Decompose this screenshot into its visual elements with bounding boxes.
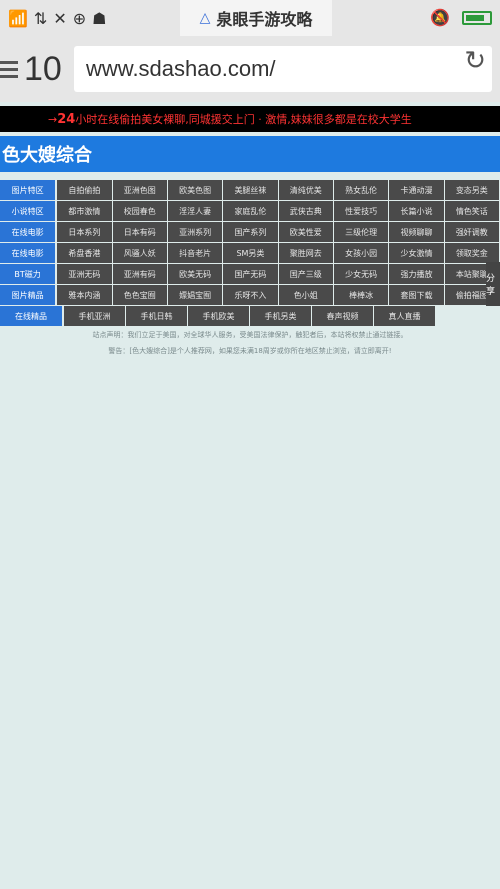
banner-text: 泉眼手游攻略: [216, 10, 313, 29]
url-field[interactable]: www.sdashao.com/: [74, 46, 492, 92]
category-grid: 图片特区 自拍偷拍 亚洲色图 欧美色图 美腿丝袜 清纯优美 熟女乱伦 卡通动漫 变态另类 小说特区…: [0, 180, 500, 327]
category-link[interactable]: SM另类: [223, 243, 278, 263]
category-link[interactable]: 亚洲有码: [112, 264, 167, 284]
grid-row: 图片特区 自拍偷拍 亚洲色图 欧美色图 美腿丝袜 清纯优美 熟女乱伦 卡通动漫 变态另类: [0, 180, 500, 200]
category-link[interactable]: 女孩小园: [333, 243, 389, 263]
url-text: www.sdashao.com/: [86, 56, 276, 81]
signal-icon: 📶: [8, 8, 28, 28]
category-link[interactable]: 亚洲系列: [167, 222, 223, 242]
category-label[interactable]: 在线电影: [0, 243, 56, 263]
browser-toolbar: 10 www.sdashao.com/ ↻: [0, 36, 500, 102]
category-link[interactable]: 风骚人妖: [112, 243, 167, 263]
category-link[interactable]: 自拍偷拍: [57, 180, 112, 200]
category-link[interactable]: 清纯优美: [278, 180, 333, 200]
category-link[interactable]: 国产三级: [278, 264, 333, 284]
footer-brand[interactable]: [色大嫂综合]: [129, 347, 169, 355]
category-label[interactable]: 小说特区: [0, 201, 56, 221]
category-link[interactable]: 三级伦理: [333, 222, 389, 242]
data-icon: ⇅: [33, 8, 48, 28]
marquee-highlight: 24: [57, 111, 76, 127]
category-label[interactable]: 图片精品: [0, 285, 56, 305]
category-link[interactable]: 都市激情: [57, 201, 112, 221]
grid-row: 小说特区 都市激情 校园春色 淫淫人妻 家庭乱伦 武侠古典 性爱技巧 长篇小说 情色笑话: [0, 201, 500, 221]
category-link[interactable]: 强奸调教: [444, 222, 499, 242]
category-link[interactable]: 美腿丝袜: [223, 180, 278, 200]
category-link[interactable]: 春声视频: [312, 306, 373, 326]
category-link[interactable]: 淫淫人妻: [167, 201, 223, 221]
category-label[interactable]: 在线电影: [0, 222, 56, 242]
site-header: 色大嫂综合: [0, 136, 500, 172]
category-link[interactable]: 亚洲无码: [57, 264, 112, 284]
category-link[interactable]: 国产系列: [223, 222, 278, 242]
category-link[interactable]: 校园春色: [112, 201, 167, 221]
footer-line-1: 站点声明：我们立足于美国，对全球华人服务，受美国法律保护，触犯者后，本站将权禁止…: [92, 331, 408, 339]
battery-icon: [462, 10, 492, 25]
category-link[interactable]: 视频聊聊: [389, 222, 444, 242]
category-link[interactable]: 嫖娼宝囿: [167, 285, 223, 305]
category-link[interactable]: 日本系列: [57, 222, 112, 242]
grid-row: BT磁力 亚洲无码 亚洲有码 欧美无码 国产无码 国产三级 少女无码 强力播放 本站聚聊: [0, 264, 500, 284]
category-link[interactable]: 变态另类: [444, 180, 499, 200]
tab-count[interactable]: 10: [24, 50, 62, 89]
triangle-icon: △: [199, 10, 211, 26]
category-link[interactable]: 乐呀不入: [223, 285, 278, 305]
android-icon: ☗: [92, 8, 107, 28]
category-link[interactable]: 少女无码: [333, 264, 389, 284]
category-link[interactable]: 色小姐: [278, 285, 333, 305]
status-bar: 📶 ⇅ ✕ ⊕ ☗ △ 泉眼手游攻略 🔕: [0, 0, 500, 36]
category-link[interactable]: 家庭乱伦: [223, 201, 278, 221]
category-link[interactable]: 手机另类: [250, 306, 311, 326]
marquee-prefix: →: [48, 112, 58, 126]
category-link[interactable]: 手机日韩: [126, 306, 187, 326]
category-link[interactable]: 领取奖金: [444, 243, 499, 263]
site-title[interactable]: 色大嫂综合: [2, 141, 92, 167]
mute-icon: 🔕: [430, 8, 450, 27]
footer-line-2: 警告：[色大嫂综合]是个人推荐网，如果您未满18周岁或你所在地区禁止浏览，请立即…: [0, 346, 500, 356]
reload-icon[interactable]: ↻: [464, 46, 486, 76]
category-link[interactable]: 套图下载: [389, 285, 444, 305]
category-link[interactable]: 聚胜网去: [278, 243, 333, 263]
category-link[interactable]: 亚洲色图: [112, 180, 167, 200]
category-link[interactable]: 真人直播: [374, 306, 435, 326]
signal-x-icon: ✕: [53, 8, 67, 28]
category-link[interactable]: 强力播放: [389, 264, 444, 284]
category-link[interactable]: 手机欧美: [188, 306, 249, 326]
app-banner: △ 泉眼手游攻略: [180, 0, 332, 36]
category-label[interactable]: BT磁力: [0, 264, 56, 284]
menu-icon[interactable]: [0, 60, 18, 78]
category-link[interactable]: 欧美无码: [167, 264, 223, 284]
category-link[interactable]: 雅本内涵: [57, 285, 112, 305]
category-label[interactable]: 在线精品: [0, 306, 62, 326]
share-label: 分享: [486, 274, 496, 297]
category-link[interactable]: 国产无码: [223, 264, 278, 284]
category-link[interactable]: 武侠古典: [278, 201, 333, 221]
category-label[interactable]: 图片特区: [0, 180, 56, 200]
footer-line-2-prefix: 警告：: [108, 347, 130, 355]
category-link[interactable]: 长篇小说: [389, 201, 444, 221]
category-link[interactable]: 希盘香港: [57, 243, 112, 263]
category-link[interactable]: 棒棒冰: [333, 285, 389, 305]
grid-row: 图片精品 雅本内涵 色色宝囿 嫖娼宝囿 乐呀不入 色小姐 棒棒冰 套图下载 偷拍福图: [0, 285, 500, 305]
category-link[interactable]: 抖音老片: [167, 243, 223, 263]
category-link[interactable]: 欧美性爱: [278, 222, 333, 242]
marquee-banner[interactable]: → 24 小时在线偷拍美女裸聊,同城援交上门 · 激情,妹妹很多都是在校大学生: [0, 106, 500, 132]
category-link[interactable]: 性爱技巧: [333, 201, 389, 221]
category-link[interactable]: 日本有码: [112, 222, 167, 242]
footer-line-2-rest: 是个人推荐网，如果您未满18周岁或你所在地区禁止浏览，请立即离开!: [169, 347, 392, 355]
category-link[interactable]: 欧美色图: [167, 180, 223, 200]
category-link[interactable]: 少女激情: [389, 243, 444, 263]
category-link[interactable]: 色色宝囿: [112, 285, 167, 305]
category-link[interactable]: 手机亚洲: [64, 306, 125, 326]
grid-row: 在线电影 日本系列 日本有码 亚洲系列 国产系列 欧美性爱 三级伦理 视频聊聊 强奸调教: [0, 222, 500, 242]
grid-row: 在线电影 希盘香港 风骚人妖 抖音老片 SM另类 聚胜网去 女孩小园 少女激情 领取奖金: [0, 243, 500, 263]
marquee-text: 小时在线偷拍美女裸聊,同城援交上门 · 激情,妹妹很多都是在校大学生: [75, 113, 412, 126]
grid-row: 在线精品 手机亚洲 手机日韩 手机欧美 手机另类 春声视频 真人直播: [0, 306, 500, 326]
share-tab[interactable]: 分享: [486, 262, 500, 306]
category-link[interactable]: 熟女乱伦: [333, 180, 389, 200]
category-link[interactable]: 情色笑话: [444, 201, 499, 221]
category-link[interactable]: 卡通动漫: [389, 180, 444, 200]
search-plus-icon: ⊕: [72, 8, 87, 28]
